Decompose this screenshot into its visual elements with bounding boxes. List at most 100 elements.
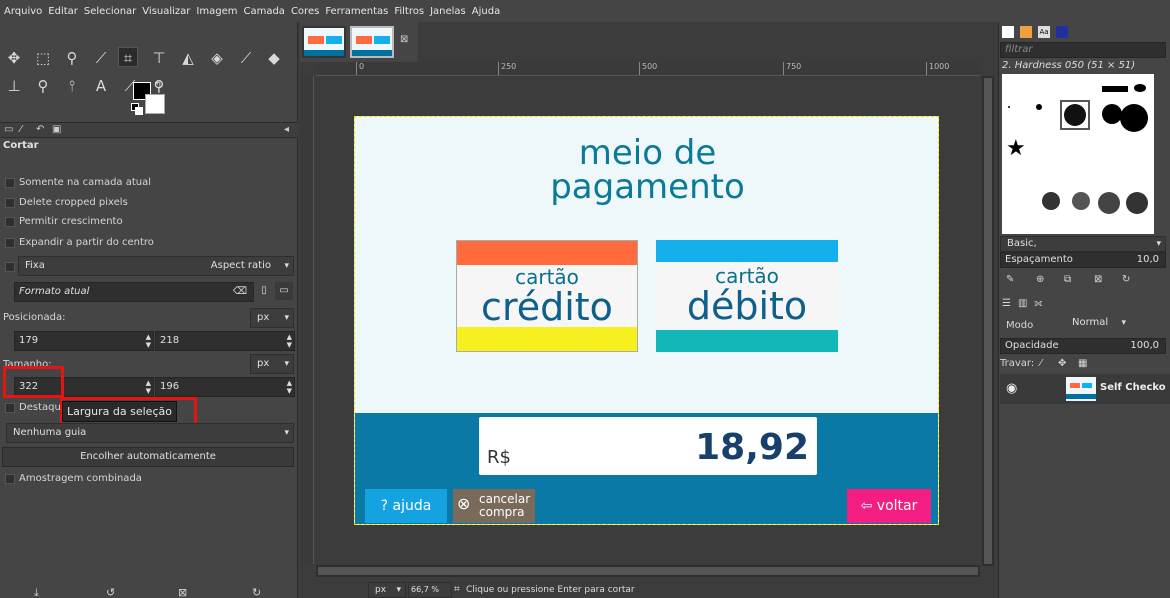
restore-preset-icon[interactable]: ↺ xyxy=(106,586,115,598)
menu-editar[interactable]: Editar xyxy=(48,6,78,17)
save-preset-icon[interactable]: ⤓ xyxy=(34,586,39,598)
crop-tool-icon[interactable]: ⌗ xyxy=(118,47,138,67)
tool-options-tab-icon[interactable]: ▭ xyxy=(4,124,13,135)
mode-dropdown[interactable]: Normal ▾ xyxy=(1066,315,1130,333)
brush-preview xyxy=(1126,192,1148,214)
cancel-button[interactable]: ⊗ cancelar compra xyxy=(453,489,535,523)
spacing-slider[interactable]: Espaçamento 10,0 xyxy=(1000,252,1166,268)
brush-refresh-icon[interactable]: ↻ xyxy=(1122,274,1130,285)
size-height-input[interactable]: 196 ▲ ▼ xyxy=(155,377,295,397)
channels-tab-icon[interactable]: ▥ xyxy=(1018,298,1027,309)
current-format-field[interactable]: Formato atual ⌫ xyxy=(14,282,254,302)
credit-card-option[interactable]: cartão crédito xyxy=(456,240,638,352)
brushes-tab-icon[interactable] xyxy=(1002,26,1014,38)
paths-tool-icon[interactable]: ⫯ xyxy=(62,76,82,96)
menu-arquivo[interactable]: Arquivo xyxy=(4,6,42,17)
menu-selecionar[interactable]: Selecionar xyxy=(84,6,136,17)
free-select-tool-icon[interactable]: ⚲ xyxy=(62,48,82,68)
menu-camada[interactable]: Camada xyxy=(243,6,284,17)
guide-dropdown[interactable]: Nenhuma guia ▾ xyxy=(6,423,294,443)
gradients-tab-icon[interactable] xyxy=(1056,26,1068,38)
menu-cores[interactable]: Cores xyxy=(291,6,319,17)
debit-card-option[interactable]: cartão débito xyxy=(656,240,838,352)
only-current-layer-checkbox[interactable] xyxy=(5,178,15,188)
autoshrink-button[interactable]: Encolher automaticamente xyxy=(2,447,294,467)
position-x-input[interactable]: 179 ▲ ▼ xyxy=(14,331,154,351)
brush-set-dropdown[interactable]: Basic, ▾ xyxy=(1000,236,1166,252)
text-tool-icon[interactable]: A xyxy=(91,76,111,96)
device-status-tab-icon[interactable]: ⁄ xyxy=(20,124,22,135)
brush-grid[interactable]: ★ xyxy=(1002,74,1154,234)
reset-colors-icon-bg xyxy=(135,107,143,115)
reset-options-icon[interactable]: ↻ xyxy=(252,586,261,598)
smudge-tool-icon[interactable]: ⚲ xyxy=(33,76,53,96)
menu-visualizar[interactable]: Visualizar xyxy=(142,6,190,17)
brush-edit-icon[interactable]: ✎ xyxy=(1006,274,1014,285)
portrait-icon[interactable]: ▯ xyxy=(256,282,272,300)
landscape-icon[interactable]: ▭ xyxy=(275,282,293,300)
help-button[interactable]: ? ajuda xyxy=(365,489,447,523)
image-canvas[interactable]: meio de pagamento cartão crédito cartão … xyxy=(354,116,939,525)
image-tab-1[interactable] xyxy=(302,26,346,58)
configure-tab-icon[interactable]: ◂ xyxy=(284,124,289,135)
bucket-fill-tool-icon[interactable]: ◈ xyxy=(207,48,227,68)
brush-filter-input[interactable]: filtrar xyxy=(1000,42,1166,58)
menu-filtros[interactable]: Filtros xyxy=(394,6,424,17)
sample-merged-checkbox[interactable] xyxy=(5,474,15,484)
undo-history-tab-icon[interactable]: ↶ xyxy=(36,124,44,135)
lock-alpha-icon[interactable]: ▦ xyxy=(1078,358,1087,369)
images-tab-icon[interactable]: ▣ xyxy=(52,124,61,135)
opacity-slider[interactable]: Opacidade 100,0 xyxy=(1000,338,1166,354)
swap-colors-icon[interactable]: ↰ xyxy=(154,80,162,91)
brush-duplicate-icon[interactable]: ⧉ xyxy=(1064,274,1071,285)
close-tab-icon[interactable]: ⊠ xyxy=(400,34,408,45)
horizontal-scrollbar[interactable] xyxy=(316,565,980,577)
menu-ajuda[interactable]: Ajuda xyxy=(472,6,500,17)
transform-tool-icon[interactable]: ⊤ xyxy=(149,48,169,68)
image-tab-2[interactable] xyxy=(350,26,394,58)
brush-new-icon[interactable]: ⊕ xyxy=(1036,274,1044,285)
brush-delete-icon[interactable]: ⊠ xyxy=(1094,274,1102,285)
allow-growing-checkbox[interactable] xyxy=(5,217,15,227)
menu-janelas[interactable]: Janelas xyxy=(430,6,466,17)
fixed-mode-dropdown[interactable]: Fixa Aspect ratio ▾ xyxy=(18,256,294,276)
eraser-tool-icon[interactable]: ◆ xyxy=(264,48,284,68)
menu-ferramentas[interactable]: Ferramentas xyxy=(325,6,388,17)
fixed-checkbox[interactable] xyxy=(5,262,15,272)
move-tool-icon[interactable]: ✥ xyxy=(4,48,24,68)
zoom-dropdown[interactable]: 66,7 % xyxy=(408,582,452,598)
position-unit-dropdown[interactable]: px ▾ xyxy=(250,308,294,328)
warp-tool-icon[interactable]: ◭ xyxy=(178,48,198,68)
lock-position-icon[interactable]: ✥ xyxy=(1058,358,1066,369)
fuzzy-select-tool-icon[interactable]: ⟋ xyxy=(91,48,111,68)
layers-tab-icon[interactable]: ☰ xyxy=(1002,298,1011,309)
paths-tab-icon[interactable]: ⟗ xyxy=(1034,298,1043,309)
back-button[interactable]: ⇦ voltar xyxy=(847,489,931,523)
menu-imagem[interactable]: Imagem xyxy=(196,6,237,17)
brush-set-value: Basic, xyxy=(1007,238,1037,249)
fonts-tab-icon[interactable]: Aa xyxy=(1038,26,1050,38)
spacing-label: Espaçamento xyxy=(1005,254,1073,265)
delete-preset-icon[interactable]: ⊠ xyxy=(178,586,187,598)
clear-icon[interactable]: ⌫ xyxy=(233,283,247,301)
lock-pixels-icon[interactable]: ⁄ xyxy=(1040,358,1042,369)
spinner-icon[interactable]: ▲ ▼ xyxy=(146,333,151,349)
debit-top-band xyxy=(656,240,838,262)
highlight-checkbox[interactable] xyxy=(5,403,15,413)
paintbrush-tool-icon[interactable]: ⟋ xyxy=(236,48,256,68)
clone-tool-icon[interactable]: ⊥ xyxy=(4,76,24,96)
eye-icon[interactable]: ◉ xyxy=(1006,381,1017,396)
delete-cropped-checkbox[interactable] xyxy=(5,198,15,208)
spinner-icon[interactable]: ▲ ▼ xyxy=(287,379,292,395)
layer-row[interactable]: ◉ Self Checko xyxy=(1000,374,1170,404)
background-color-swatch[interactable] xyxy=(145,94,165,114)
expand-center-checkbox[interactable] xyxy=(5,238,15,248)
unit-dropdown[interactable]: px ▾ xyxy=(368,582,406,598)
spinner-icon[interactable]: ▲ ▼ xyxy=(287,333,292,349)
size-unit-dropdown[interactable]: px ▾ xyxy=(250,354,294,374)
vertical-scrollbar[interactable] xyxy=(982,76,994,566)
spinner-icon[interactable]: ▲ ▼ xyxy=(146,379,151,395)
patterns-tab-icon[interactable] xyxy=(1020,26,1032,38)
rect-select-tool-icon[interactable]: ⬚ xyxy=(33,48,53,68)
position-y-input[interactable]: 218 ▲ ▼ xyxy=(155,331,295,351)
